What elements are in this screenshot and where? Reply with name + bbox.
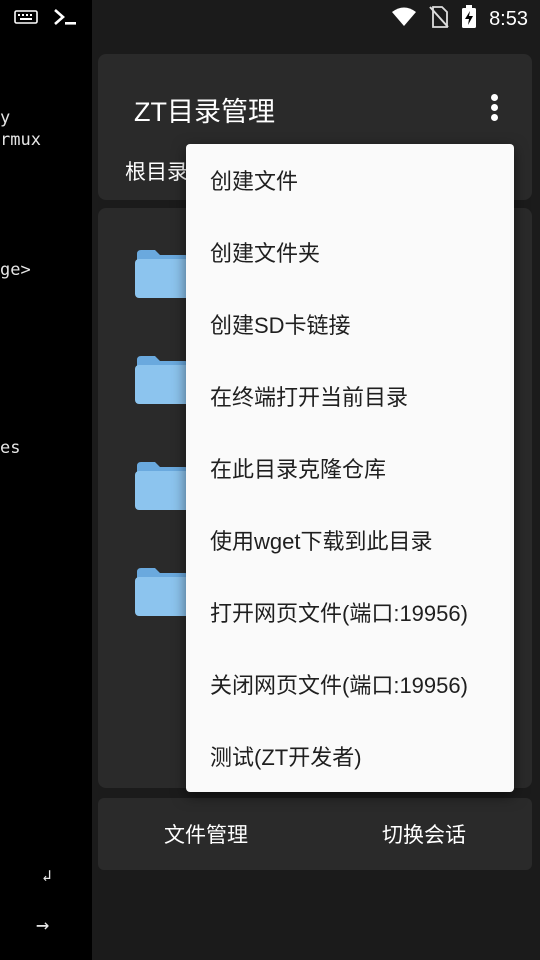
menu-item-clone-repo[interactable]: 在此目录克隆仓库 bbox=[186, 432, 514, 504]
terminal-line: rmux bbox=[0, 130, 41, 150]
terminal-icon bbox=[52, 7, 78, 31]
clock: 8:53 bbox=[489, 7, 528, 30]
terminal-line: es bbox=[0, 438, 21, 458]
bottom-bar: 文件管理 切换会话 bbox=[98, 798, 532, 870]
menu-item-close-web-files[interactable]: 关闭网页文件(端口:19956) bbox=[186, 648, 514, 720]
keyboard-icon bbox=[14, 9, 38, 29]
breadcrumb[interactable]: 根目录 bbox=[125, 156, 188, 186]
battery-charging-icon bbox=[461, 5, 477, 33]
screen: y rmux ge> es ↲ → 8:53 ZT目录管理 根目录 文件管理 切… bbox=[0, 0, 540, 960]
arrow-right-key-icon[interactable]: → bbox=[36, 913, 49, 938]
more-options-icon[interactable] bbox=[490, 94, 498, 122]
folder-icon[interactable] bbox=[135, 248, 191, 298]
menu-item-create-sd-link[interactable]: 创建SD卡链接 bbox=[186, 288, 514, 360]
overflow-menu: 创建文件 创建文件夹 创建SD卡链接 在终端打开当前目录 在此目录克隆仓库 使用… bbox=[186, 144, 514, 792]
terminal-line: ge> bbox=[0, 260, 31, 280]
app-title: ZT目录管理 bbox=[134, 97, 275, 127]
folder-icon[interactable] bbox=[135, 354, 191, 404]
menu-item-wget-download[interactable]: 使用wget下载到此目录 bbox=[186, 504, 514, 576]
terminal-line: y bbox=[0, 108, 11, 128]
menu-item-open-web-files[interactable]: 打开网页文件(端口:19956) bbox=[186, 576, 514, 648]
no-sim-icon bbox=[429, 6, 449, 32]
wifi-icon bbox=[391, 7, 417, 31]
status-bar: 8:53 bbox=[0, 0, 540, 36]
folder-icon[interactable] bbox=[135, 460, 191, 510]
return-key-icon[interactable]: ↲ bbox=[42, 866, 52, 885]
menu-item-open-in-terminal[interactable]: 在终端打开当前目录 bbox=[186, 360, 514, 432]
menu-item-create-folder[interactable]: 创建文件夹 bbox=[186, 216, 514, 288]
switch-session-button[interactable]: 切换会话 bbox=[316, 798, 532, 870]
file-manager-button[interactable]: 文件管理 bbox=[98, 798, 314, 870]
menu-item-test-developer[interactable]: 测试(ZT开发者) bbox=[186, 720, 514, 792]
folder-icon[interactable] bbox=[135, 566, 191, 616]
menu-item-create-file[interactable]: 创建文件 bbox=[186, 144, 514, 216]
terminal-view[interactable]: y rmux ge> es ↲ → bbox=[0, 0, 92, 960]
